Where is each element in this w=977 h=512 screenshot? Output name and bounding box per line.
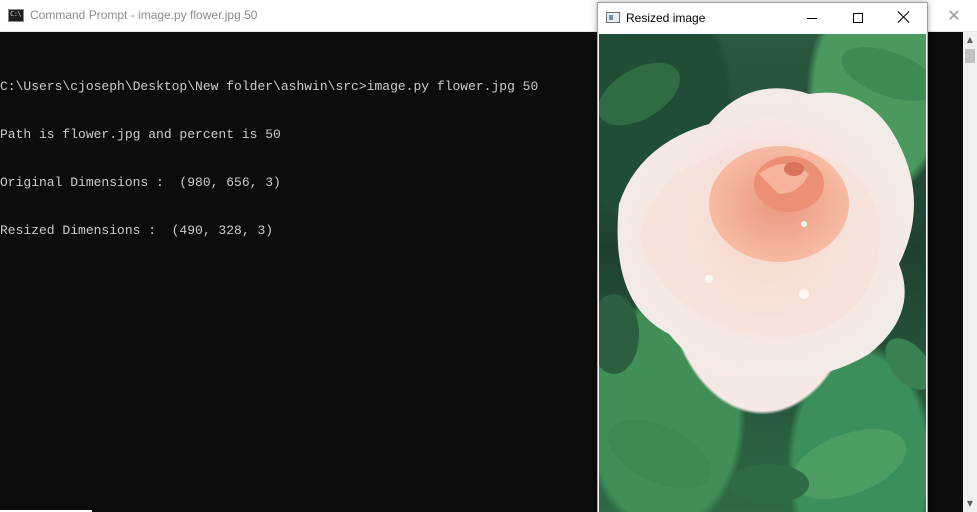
maximize-icon — [853, 13, 863, 23]
close-button[interactable] — [881, 3, 927, 33]
scroll-up-arrow-icon[interactable]: ▲ — [963, 32, 977, 48]
close-icon — [898, 11, 910, 23]
rose-illustration — [599, 47, 926, 504]
resized-image-window[interactable]: Resized image — [597, 2, 928, 512]
scrollbar-thumb[interactable] — [965, 49, 975, 63]
minimize-button[interactable] — [789, 3, 835, 33]
vertical-scrollbar[interactable]: ▲ ▼ — [963, 32, 977, 512]
minimize-icon — [807, 18, 817, 19]
image-window-title: Resized image — [626, 11, 706, 25]
image-window-icon[interactable] — [606, 12, 620, 23]
cmd-close-button[interactable]: ✕ — [931, 0, 977, 31]
maximize-button[interactable] — [835, 3, 881, 33]
image-window-titlebar[interactable]: Resized image — [598, 3, 927, 33]
scroll-down-arrow-icon[interactable]: ▼ — [963, 496, 977, 512]
flower-image — [599, 34, 926, 512]
console-icon[interactable]: C:\ — [8, 9, 24, 22]
cmd-window-title: Command Prompt - image.py flower.jpg 50 — [30, 8, 258, 22]
